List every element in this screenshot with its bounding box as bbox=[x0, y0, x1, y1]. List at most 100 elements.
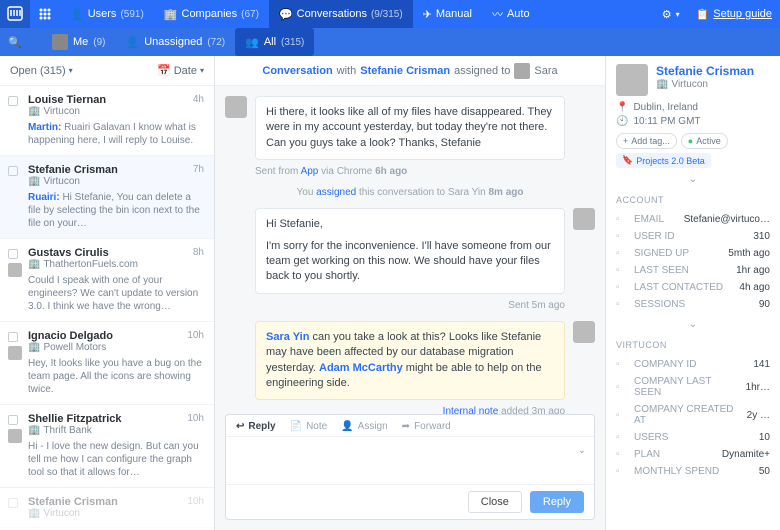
nav-manual[interactable]: ✈ Manual bbox=[413, 0, 482, 28]
filter-all[interactable]: 👥 All (315) bbox=[235, 28, 314, 56]
setup-guide-button[interactable]: 📋 Setup guide bbox=[688, 8, 780, 21]
checkbox[interactable] bbox=[8, 166, 18, 176]
detail-key: SESSIONS bbox=[634, 299, 753, 310]
timestamp: 10h bbox=[187, 413, 204, 424]
status-pill[interactable]: ●Active bbox=[681, 133, 728, 149]
checkbox[interactable] bbox=[8, 249, 18, 259]
app-switcher[interactable] bbox=[30, 8, 60, 20]
field-icon: ▫ bbox=[616, 214, 628, 225]
settings-menu[interactable]: ⚙ ▾ bbox=[654, 8, 688, 21]
mention[interactable]: Adam McCarthy bbox=[319, 362, 403, 374]
expand-toggle[interactable]: ⌄ bbox=[616, 319, 770, 330]
conversation-list[interactable]: Louise Tiernan🏢Virtucon4hMartin: Ruairi … bbox=[0, 86, 214, 530]
detail-value: 50 bbox=[759, 466, 770, 477]
company-name: 🏢Virtucon bbox=[28, 106, 204, 117]
message-bubble: Hi there, it looks like all of my files … bbox=[255, 96, 565, 160]
conversation-item[interactable]: Stefanie Crisman🏢Virtucon10h bbox=[0, 488, 214, 528]
users-icon: 👥 bbox=[245, 36, 259, 49]
chevron-down-icon: ⌄ bbox=[578, 445, 586, 456]
expand-toggle[interactable]: ⌄ bbox=[616, 174, 770, 185]
message-meta: Sent from App via Chrome 6h ago bbox=[255, 166, 595, 177]
nav-manual-label: Manual bbox=[436, 8, 472, 20]
sort-label: Date bbox=[174, 65, 197, 77]
avatar bbox=[8, 263, 22, 277]
search-icon: 🔍 bbox=[8, 36, 22, 49]
filter-unassigned[interactable]: 👤 Unassigned (72) bbox=[116, 28, 236, 56]
company-name: 🏢ThathertonFuels.com bbox=[28, 259, 204, 270]
company-name: 🏢Thrift Bank bbox=[28, 425, 204, 436]
search-button[interactable]: 🔍 bbox=[0, 36, 30, 49]
close-button[interactable]: Close bbox=[468, 491, 522, 513]
preview-text: Hi - I love the new design. But can you … bbox=[28, 440, 204, 479]
forward-icon: ➦ bbox=[402, 421, 410, 432]
company-icon: 🏢 bbox=[28, 508, 40, 519]
add-tag-button[interactable]: +Add tag... bbox=[616, 133, 677, 149]
filter-me[interactable]: Me (9) bbox=[42, 28, 116, 56]
field-icon: ▫ bbox=[616, 231, 628, 242]
profile-name[interactable]: Stefanie Crisman bbox=[656, 64, 754, 78]
detail-value: 4h ago bbox=[739, 282, 770, 293]
message-meta: Sent 5m ago bbox=[225, 300, 565, 311]
header-text: assigned to bbox=[454, 65, 510, 77]
tab-assign[interactable]: 👤Assign bbox=[341, 421, 387, 432]
sort-dropdown[interactable]: 📅 Date ▾ bbox=[157, 64, 204, 77]
checkbox[interactable] bbox=[8, 96, 18, 106]
chevron-down-icon: ▾ bbox=[676, 10, 680, 19]
profile-company[interactable]: 🏢Virtucon bbox=[656, 79, 754, 90]
detail-key: LAST CONTACTED bbox=[634, 282, 733, 293]
detail-row: ▫USERS10 bbox=[616, 429, 770, 446]
conversation-item[interactable]: Gustavs Cirulis🏢ThathertonFuels.com8hCou… bbox=[0, 239, 214, 322]
reply-input[interactable] bbox=[226, 437, 594, 481]
detail-value: 10 bbox=[759, 432, 770, 443]
chat-icon: 💬 bbox=[279, 8, 293, 21]
status-filter-dropdown[interactable]: Open (315) ▾ bbox=[10, 65, 73, 77]
company-icon: 🏢 bbox=[28, 106, 40, 117]
preview-text: Hey, It looks like you have a bug on the… bbox=[28, 357, 204, 396]
assignee-name: Sara bbox=[534, 65, 557, 77]
conversation-item[interactable]: Shellie Fitzpatrick🏢Thrift Bank10hHi - I… bbox=[0, 405, 214, 488]
detail-row: ▫LAST SEEN1hr ago bbox=[616, 262, 770, 279]
clock-icon: 🕙 bbox=[616, 116, 628, 127]
nav-conversations[interactable]: 💬 Conversations (9/315) bbox=[269, 0, 413, 28]
reply-button[interactable]: Reply bbox=[530, 491, 584, 513]
checkbox[interactable] bbox=[8, 415, 18, 425]
app-logo[interactable] bbox=[0, 0, 30, 28]
tab-forward[interactable]: ➦Forward bbox=[402, 421, 451, 432]
user-icon: 👤 bbox=[126, 36, 140, 49]
reply-tabs: ↩Reply 📄Note 👤Assign ➦Forward bbox=[226, 415, 594, 437]
conversation-link[interactable]: Conversation bbox=[262, 65, 332, 77]
nav-companies[interactable]: 🏢 Companies (67) bbox=[154, 0, 269, 28]
send-icon: ✈ bbox=[423, 8, 432, 21]
system-event: You assigned this conversation to Sara Y… bbox=[225, 187, 595, 198]
internal-note: Sara Yin can you take a look at this? Lo… bbox=[225, 321, 595, 401]
checkbox[interactable] bbox=[8, 332, 18, 342]
company-icon: 🏢 bbox=[656, 79, 668, 90]
filter-all-count: (315) bbox=[281, 37, 304, 48]
nav-auto[interactable]: 〰 Auto bbox=[482, 0, 540, 28]
mention[interactable]: Sara Yin bbox=[266, 331, 309, 343]
conversation-item[interactable]: Stefanie Crisman🏢Virtucon7hRuairi: Hi St… bbox=[0, 156, 214, 239]
detail-key: USERS bbox=[634, 432, 753, 443]
checkbox[interactable] bbox=[8, 498, 18, 508]
details-panel[interactable]: Stefanie Crisman 🏢Virtucon 📍Dublin, Irel… bbox=[605, 56, 780, 530]
detail-row: ▫EMAILStefanie@virtuco… bbox=[616, 211, 770, 228]
company-icon: 🏢 bbox=[28, 342, 40, 353]
conversation-item[interactable]: Ignacio Delgado🏢Powell Motors10hHey, It … bbox=[0, 322, 214, 405]
expand-composer[interactable]: ⌄ bbox=[578, 445, 586, 456]
nav-users[interactable]: 👤 Users (591) bbox=[60, 0, 154, 28]
tab-note[interactable]: 📄Note bbox=[290, 421, 328, 432]
field-icon: ▫ bbox=[616, 299, 628, 310]
message-thread[interactable]: Hi there, it looks like all of my files … bbox=[215, 86, 605, 414]
note-icon: 📄 bbox=[290, 421, 302, 432]
detail-row: ▫COMPANY CREATED AT2y … bbox=[616, 401, 770, 429]
contact-link[interactable]: Stefanie Crisman bbox=[360, 65, 450, 77]
detail-key: COMPANY LAST SEEN bbox=[634, 376, 740, 398]
timestamp: 7h bbox=[193, 164, 204, 175]
section-heading-account: Account bbox=[616, 195, 770, 205]
company-icon: 🏢 bbox=[28, 425, 40, 436]
conversation-item[interactable]: Louise Tiernan🏢Virtucon4hMartin: Ruairi … bbox=[0, 86, 214, 156]
nav-companies-count: (67) bbox=[241, 9, 259, 20]
app-link[interactable]: App bbox=[301, 166, 319, 177]
tab-reply[interactable]: ↩Reply bbox=[236, 421, 276, 432]
tag[interactable]: 🔖Projects 2.0 Beta bbox=[616, 153, 711, 168]
